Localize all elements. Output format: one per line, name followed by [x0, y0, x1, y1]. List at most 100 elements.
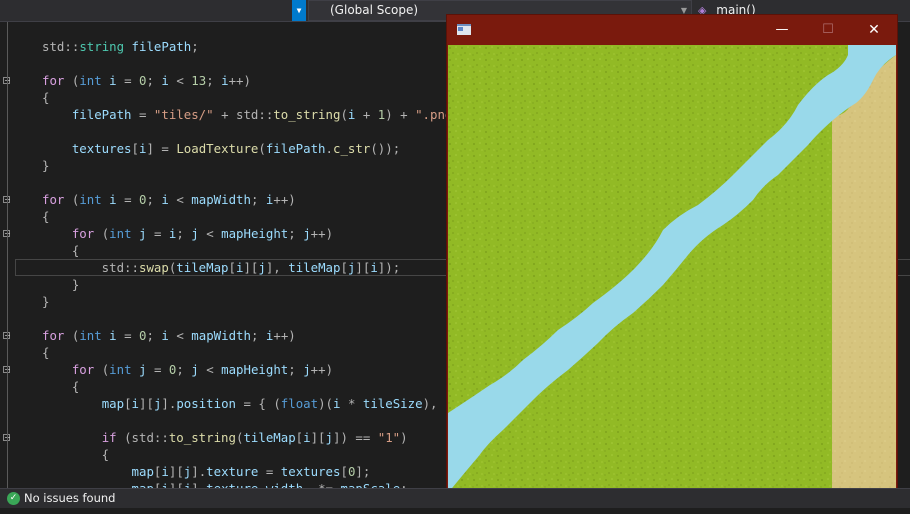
code-line[interactable]: map[i][j].texture = textures[0];	[42, 463, 371, 480]
code-token: [	[228, 260, 236, 275]
code-token: tileMap	[176, 260, 229, 275]
code-token: .	[325, 141, 333, 156]
code-line[interactable]: textures[i] = LoadTexture(filePath.c_str…	[42, 140, 400, 157]
code-token: 0	[139, 192, 147, 207]
code-token: [	[340, 464, 348, 479]
code-token: )(	[318, 396, 334, 411]
code-token: ][	[168, 464, 184, 479]
code-token: ;	[176, 362, 192, 377]
code-token: <	[198, 226, 222, 241]
code-token: i	[161, 328, 169, 343]
code-token: }	[42, 158, 50, 173]
game-window[interactable]: — ☐ ✕	[447, 15, 897, 494]
code-token: ;	[250, 192, 266, 207]
code-token: ++)	[310, 226, 334, 241]
tile-map	[448, 45, 896, 493]
code-token: <	[168, 328, 192, 343]
code-token: to_string	[168, 430, 236, 445]
code-line[interactable]: {	[42, 208, 49, 225]
code-line[interactable]: }	[42, 276, 79, 293]
code-token: =	[146, 226, 169, 241]
code-line[interactable]: {	[42, 446, 109, 463]
code-token: =	[116, 192, 140, 207]
code-line[interactable]: if (std::to_string(tileMap[i][j]) == "1"…	[42, 429, 408, 446]
code-line[interactable]: {	[42, 344, 49, 361]
code-token: ;	[288, 226, 304, 241]
code-line[interactable]: for (int i = 0; i < mapWidth; i++)	[42, 327, 296, 344]
minimize-button[interactable]: —	[759, 15, 805, 45]
check-circle-icon[interactable]: ✓	[7, 492, 20, 505]
code-token: {	[42, 345, 50, 360]
code-token: for	[42, 73, 65, 88]
status-bar: ✓ No issues found	[0, 488, 910, 509]
code-token: swap	[138, 260, 169, 275]
code-line[interactable]: for (int i = 0; i < mapWidth; i++)	[42, 191, 296, 208]
code-token: mapWidth	[191, 192, 251, 207]
code-token: ;	[146, 192, 162, 207]
code-line[interactable]: }	[42, 293, 49, 310]
code-token: ;	[206, 73, 222, 88]
project-dropdown-arrow-icon[interactable]: ▼	[292, 0, 306, 21]
code-token: int	[109, 362, 132, 377]
code-token: [	[340, 260, 348, 275]
code-token: i	[109, 328, 117, 343]
code-token: (std::	[116, 430, 169, 445]
code-line[interactable]: for (int j = 0; j < mapHeight; j++)	[42, 361, 333, 378]
code-token: =	[258, 464, 281, 479]
code-token: tileMap	[243, 430, 296, 445]
code-token: 13	[191, 73, 207, 88]
close-button[interactable]: ✕	[851, 15, 897, 45]
code-token: float	[280, 396, 319, 411]
code-token: textures	[71, 141, 132, 156]
code-token: position	[176, 396, 237, 411]
code-token: [	[124, 396, 132, 411]
code-token: }	[42, 277, 80, 292]
code-token: ].	[191, 481, 206, 488]
code-token: j	[191, 362, 199, 377]
code-token: int	[79, 328, 102, 343]
window-titlebar[interactable]: — ☐ ✕	[447, 15, 897, 45]
code-line[interactable]: }	[42, 157, 49, 174]
code-line[interactable]: {	[42, 242, 79, 259]
maximize-button[interactable]: ☐	[805, 15, 851, 45]
code-token: ][	[139, 396, 154, 411]
code-line[interactable]: std::string filePath;	[42, 38, 199, 55]
code-line[interactable]: std::swap(tileMap[i][j], tileMap[j][i]);	[42, 259, 401, 276]
code-token: mapHeight	[221, 362, 289, 377]
code-token: mapScale	[340, 481, 400, 488]
code-token: ;	[191, 39, 199, 54]
game-canvas[interactable]	[448, 45, 896, 493]
code-line[interactable]: map[i][j].texture.width *= mapScale;	[42, 480, 408, 488]
code-token: ].	[161, 396, 177, 411]
status-text[interactable]: No issues found	[24, 489, 115, 508]
code-token: = { (	[236, 396, 281, 411]
code-line[interactable]: for (int j = i; j < mapHeight; j++)	[42, 225, 333, 242]
code-token: int	[109, 226, 132, 241]
code-line[interactable]: for (int i = 0; i < 13; i++)	[42, 72, 251, 89]
code-token: ++)	[228, 73, 251, 88]
code-line[interactable]: filePath = "tiles/" + std::to_string(i +…	[42, 106, 467, 123]
sand-area	[832, 55, 896, 493]
code-token: ].	[191, 464, 207, 479]
code-token: texture	[206, 464, 259, 479]
code-token: ;	[400, 481, 407, 488]
code-token: texture	[206, 481, 258, 488]
code-token: =	[116, 73, 140, 88]
code-token: <	[198, 362, 222, 377]
code-token: i	[161, 192, 169, 207]
code-token: for	[42, 192, 65, 207]
code-token: j	[325, 430, 333, 445]
code-token: [	[131, 141, 139, 156]
code-token: =	[146, 362, 169, 377]
code-token: map	[131, 464, 154, 479]
code-line[interactable]: {	[42, 378, 79, 395]
code-token: for	[71, 362, 95, 377]
code-token: 0	[139, 328, 147, 343]
code-line[interactable]: {	[42, 89, 49, 106]
fold-gutter: −−−−−−	[0, 22, 15, 488]
code-token: ) +	[385, 107, 416, 122]
